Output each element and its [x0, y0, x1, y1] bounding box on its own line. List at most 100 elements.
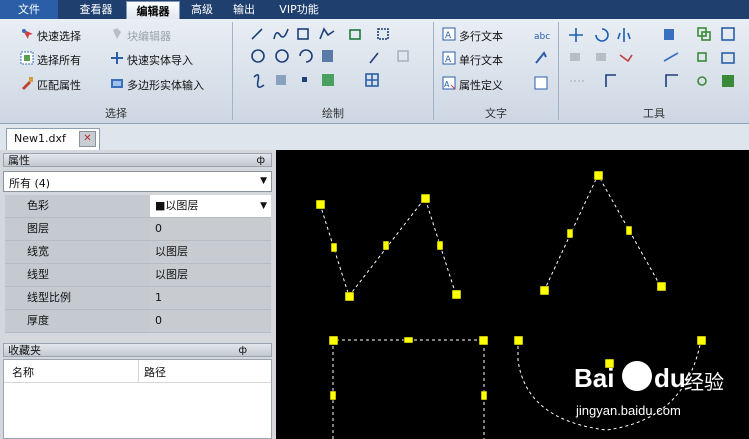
- property-name: 线宽: [5, 241, 150, 263]
- pin-icon[interactable]: ф: [238, 344, 247, 358]
- property-row-layer[interactable]: 图层 0: [5, 218, 271, 241]
- group-label-draw: 绘制: [322, 107, 344, 120]
- favorites-header: 收藏夹 ф: [3, 343, 272, 357]
- baidu-watermark: Bai du 经验 jingyan.baidu.com: [574, 357, 744, 437]
- property-row-thickness[interactable]: 厚度 0: [5, 310, 271, 333]
- stext-button[interactable]: A 单行文本: [442, 51, 503, 69]
- text-find-icon: [534, 76, 548, 90]
- chamfer-icon: [665, 74, 678, 87]
- menu-output[interactable]: 输出: [224, 0, 264, 19]
- property-name: 线型: [5, 264, 150, 286]
- stretch-icon: [619, 54, 633, 63]
- move-icon: [569, 28, 583, 42]
- menu-viewer[interactable]: 查看器: [66, 0, 126, 19]
- grip-handle: [330, 242, 338, 253]
- color-value: ■以图层: [155, 199, 199, 212]
- document-tab[interactable]: New1.dxf ✕: [6, 128, 100, 150]
- select-all-label: 选择所有: [37, 54, 81, 67]
- match-props-button[interactable]: 匹配属性: [20, 76, 81, 94]
- menu-vip[interactable]: VIP功能: [268, 0, 330, 19]
- grip-handle: [315, 199, 326, 210]
- stext-label: 单行文本: [459, 54, 503, 67]
- select-all-button[interactable]: 选择所有: [20, 51, 81, 69]
- svg-text:A: A: [445, 31, 452, 41]
- property-value[interactable]: 0: [150, 218, 271, 240]
- measure-icon: [697, 76, 707, 86]
- column-name[interactable]: 名称: [12, 364, 34, 380]
- grip-handle: [403, 336, 414, 344]
- layer-icon: [664, 29, 674, 40]
- block-editor-button[interactable]: 块编辑器: [110, 27, 171, 45]
- fillet-icon: [605, 74, 616, 87]
- property-name: 线型比例: [5, 287, 150, 309]
- block-editor-icon: [110, 27, 124, 47]
- block-editor-label: 块编辑器: [127, 30, 171, 43]
- property-value[interactable]: 0: [150, 310, 271, 332]
- watermark-url: jingyan.baidu.com: [576, 403, 681, 418]
- attdef-label: 属性定义: [459, 79, 503, 92]
- property-value[interactable]: 以图层: [150, 264, 271, 286]
- quick-select-label: 快速选择: [37, 30, 81, 43]
- grip-handle: [696, 335, 707, 346]
- grip-handle: [328, 335, 339, 346]
- chevron-down-icon: ▼: [260, 201, 267, 211]
- property-name: 厚度: [5, 310, 150, 332]
- property-row-linetype[interactable]: 线型 以图层: [5, 264, 271, 287]
- pin-icon[interactable]: ф: [256, 154, 265, 168]
- watermark-jingyan: 经验: [684, 370, 724, 394]
- grip-handle: [593, 170, 604, 181]
- polyline-entity: [543, 173, 662, 292]
- select-all-icon: [20, 51, 34, 71]
- text-edit-icon: [535, 51, 547, 64]
- property-row-linetype-scale[interactable]: 线型比例 1: [5, 287, 271, 310]
- selection-dropdown[interactable]: 所有 (4) ▼: [3, 171, 272, 192]
- property-name: 色彩: [5, 195, 150, 217]
- properties-header: 属性 ф: [3, 153, 272, 167]
- svg-text:A: A: [444, 80, 450, 89]
- scale-icon: [570, 53, 580, 61]
- quick-import-button[interactable]: 快速实体导入: [110, 51, 193, 69]
- grip-handle: [420, 193, 431, 204]
- property-row-color[interactable]: 色彩 ■以图层 ▼: [5, 195, 271, 218]
- close-icon[interactable]: ✕: [79, 131, 96, 147]
- property-value[interactable]: 以图层: [150, 241, 271, 263]
- polyline-entity: [332, 339, 485, 439]
- grip-handle: [513, 335, 524, 346]
- brush-icon: [20, 76, 34, 96]
- watermark-brand: Bai: [574, 363, 615, 393]
- menu-editor[interactable]: 编辑器: [126, 1, 180, 20]
- grip-handle: [539, 285, 550, 296]
- mtext-button[interactable]: A 多行文本: [442, 27, 503, 45]
- favorites-columns: 名称 路径: [4, 360, 271, 383]
- grip-handle: [344, 291, 355, 302]
- properties-title: 属性: [8, 154, 30, 167]
- plus-move-icon: [110, 51, 124, 71]
- grip-handle: [436, 240, 444, 251]
- color-dropdown[interactable]: ■以图层 ▼: [150, 195, 271, 217]
- drawing-canvas[interactable]: Bai du 经验 jingyan.baidu.com: [276, 150, 749, 439]
- text-style-icon: abc: [534, 32, 550, 42]
- selection-dropdown-value: 所有 (4): [9, 177, 51, 190]
- document-tab-label: New1.dxf: [14, 132, 66, 145]
- mtext-icon: A: [442, 27, 456, 47]
- property-row-lineweight[interactable]: 线宽 以图层: [5, 241, 271, 264]
- explode-icon: [697, 52, 707, 62]
- grip-handle: [451, 289, 462, 300]
- quick-select-button[interactable]: 快速选择: [20, 27, 81, 45]
- mirror-icon: [617, 28, 631, 42]
- inquiry-icon: [722, 75, 734, 87]
- menu-advanced[interactable]: 高级: [182, 0, 222, 19]
- favorites-list: 名称 路径: [3, 359, 272, 439]
- menu-file[interactable]: 文件: [0, 0, 58, 19]
- mtext-label: 多行文本: [459, 30, 503, 43]
- column-path[interactable]: 路径: [144, 364, 166, 380]
- attdef-button[interactable]: A 属性定义: [442, 76, 503, 94]
- stext-icon: A: [442, 51, 456, 71]
- block-icon: [721, 52, 735, 64]
- quick-import-label: 快速实体导入: [127, 54, 193, 67]
- column-divider: [138, 360, 139, 382]
- text-extra-tools: abc: [534, 32, 550, 90]
- match-props-label: 匹配属性: [37, 79, 81, 92]
- polygon-input-button[interactable]: 多边形实体输入: [110, 76, 204, 94]
- property-value[interactable]: 1: [150, 287, 271, 309]
